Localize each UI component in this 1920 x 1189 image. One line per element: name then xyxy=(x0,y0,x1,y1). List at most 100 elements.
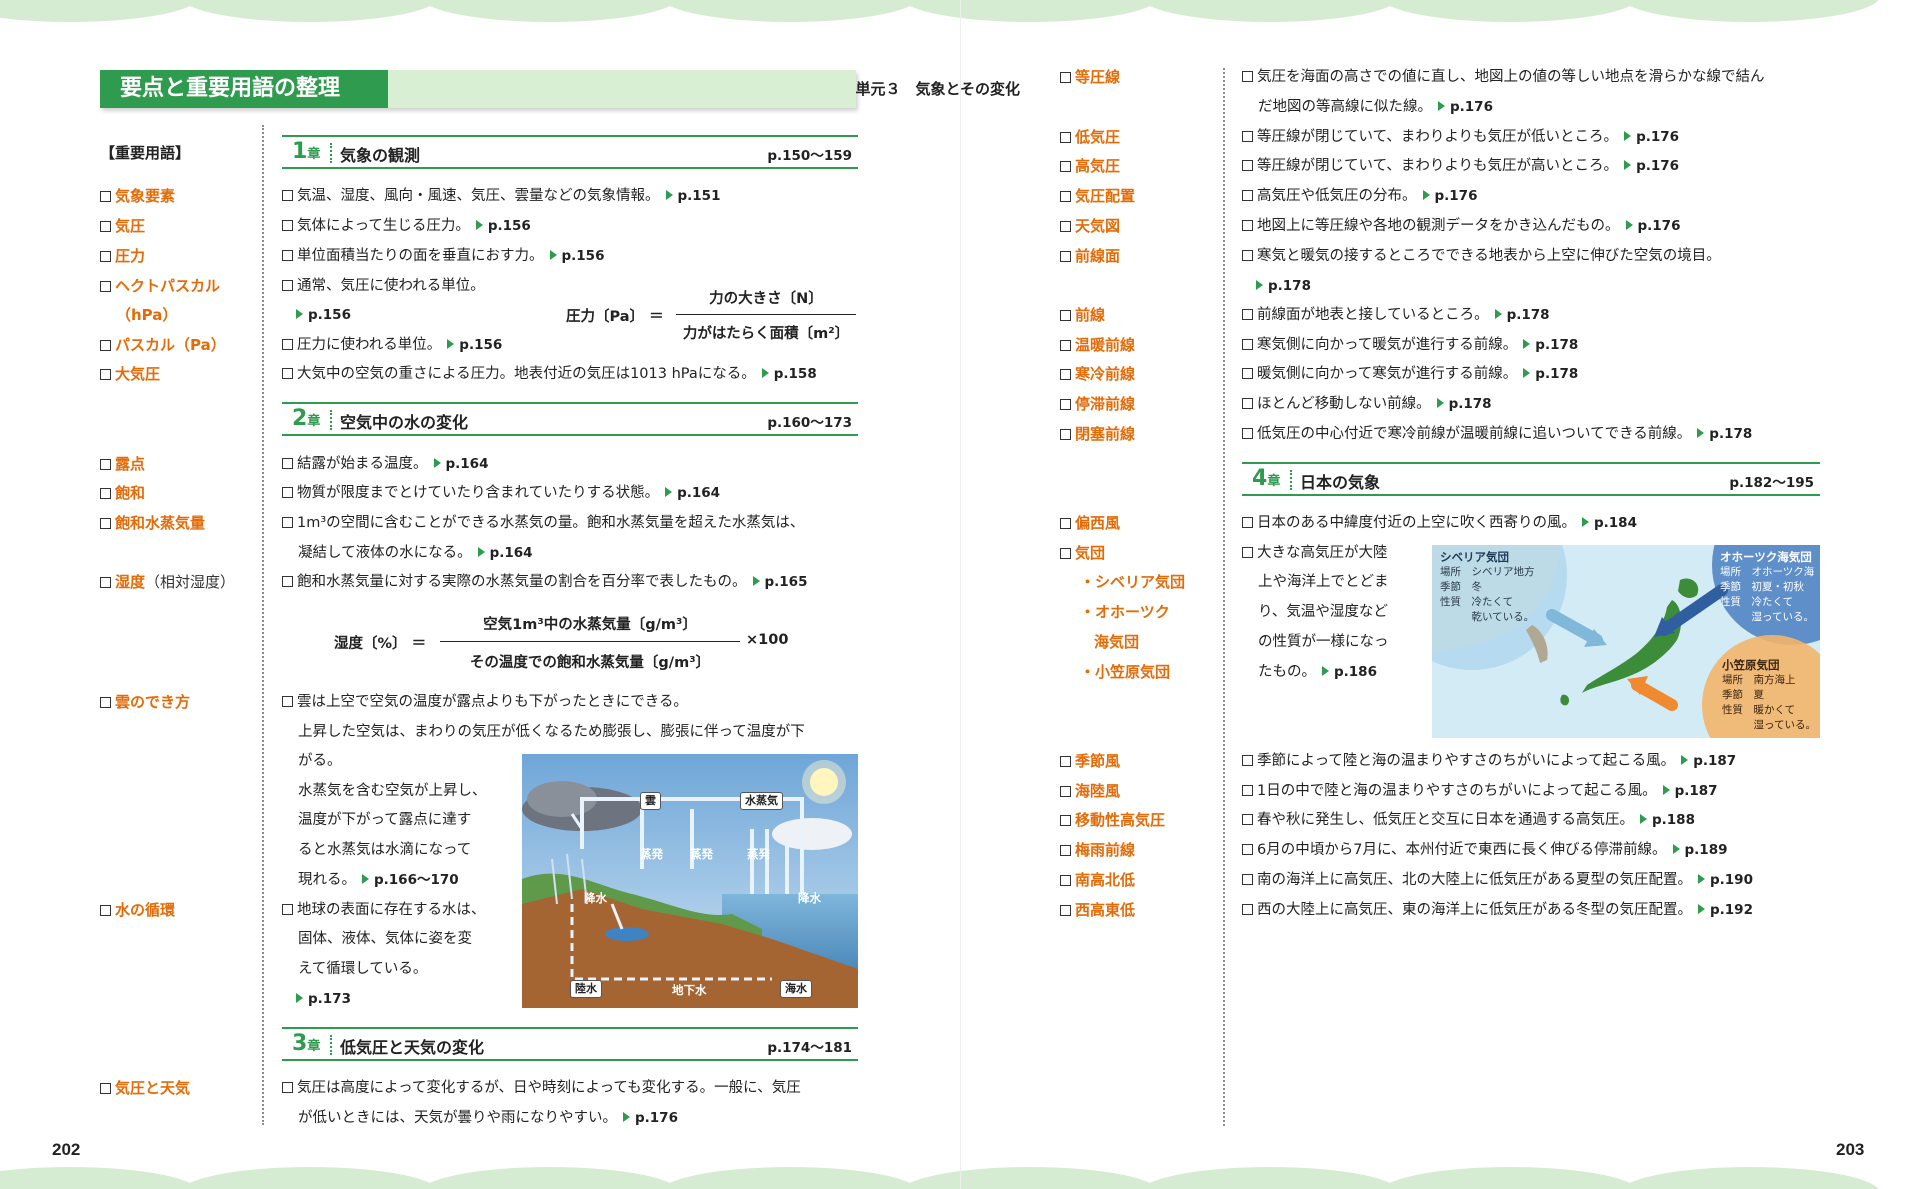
term-item[interactable]: 前線面 xyxy=(1060,246,1120,266)
checkbox-icon[interactable] xyxy=(1060,221,1071,232)
checkbox-icon[interactable] xyxy=(1242,814,1253,825)
term-item[interactable]: 飽和 xyxy=(100,483,145,503)
term-item[interactable]: 海陸風 xyxy=(1060,781,1120,801)
description-line: 日本のある中緯度付近の上空に吹く西寄りの風。 p.184 xyxy=(1242,513,1637,533)
checkbox-icon[interactable] xyxy=(1242,785,1253,796)
checkbox-icon[interactable] xyxy=(1060,905,1071,916)
term-item[interactable]: 気圧と天気 xyxy=(100,1078,190,1098)
checkbox-icon[interactable] xyxy=(1242,368,1253,379)
checkbox-icon[interactable] xyxy=(1060,815,1071,826)
term-item[interactable]: 温暖前線 xyxy=(1060,335,1135,355)
checkbox-icon[interactable] xyxy=(282,517,293,528)
checkbox-icon[interactable] xyxy=(100,281,111,292)
checkbox-icon[interactable] xyxy=(1060,518,1071,529)
checkbox-icon[interactable] xyxy=(1242,190,1253,201)
checkbox-icon[interactable] xyxy=(282,487,293,498)
term-item[interactable]: 高気圧 xyxy=(1060,156,1120,176)
checkbox-icon[interactable] xyxy=(100,905,111,916)
checkbox-icon[interactable] xyxy=(1242,904,1253,915)
checkbox-icon[interactable] xyxy=(1060,132,1071,143)
term-item[interactable]: 露点 xyxy=(100,454,145,474)
checkbox-icon[interactable] xyxy=(1242,160,1253,171)
checkbox-icon[interactable] xyxy=(282,368,293,379)
term-item[interactable]: 西高東低 xyxy=(1060,900,1135,920)
checkbox-icon[interactable] xyxy=(282,576,293,587)
checkbox-icon[interactable] xyxy=(282,1082,293,1093)
checkbox-icon[interactable] xyxy=(1242,547,1253,558)
checkbox-icon[interactable] xyxy=(1060,756,1071,767)
checkbox-icon[interactable] xyxy=(1060,310,1071,321)
checkbox-icon[interactable] xyxy=(1242,874,1253,885)
checkbox-icon[interactable] xyxy=(1242,131,1253,142)
checkbox-icon[interactable] xyxy=(282,190,293,201)
term-item[interactable]: 停滞前線 xyxy=(1060,394,1135,414)
checkbox-icon[interactable] xyxy=(100,251,111,262)
checkbox-icon[interactable] xyxy=(282,280,293,291)
term-item[interactable]: 前線 xyxy=(1060,305,1105,325)
checkbox-icon[interactable] xyxy=(1242,398,1253,409)
checkbox-icon[interactable] xyxy=(100,577,111,588)
checkbox-icon[interactable] xyxy=(100,1083,111,1094)
checkbox-icon[interactable] xyxy=(282,250,293,261)
term-item[interactable]: 気圧配置 xyxy=(1060,186,1135,206)
checkbox-icon[interactable] xyxy=(282,339,293,350)
checkbox-icon[interactable] xyxy=(1060,399,1071,410)
term-item[interactable]: 気象要素 xyxy=(100,186,175,206)
term-item[interactable]: ヘクトパスカル xyxy=(100,276,220,296)
checkbox-icon[interactable] xyxy=(1242,250,1253,261)
arrow-icon xyxy=(1672,844,1680,854)
term-item[interactable]: 移動性高気圧 xyxy=(1060,810,1165,830)
checkbox-icon[interactable] xyxy=(282,220,293,231)
checkbox-icon[interactable] xyxy=(1060,72,1071,83)
term-item[interactable]: 季節風 xyxy=(1060,751,1120,771)
term-item[interactable]: 天気図 xyxy=(1060,216,1120,236)
checkbox-icon[interactable] xyxy=(1242,428,1253,439)
checkbox-icon[interactable] xyxy=(282,904,293,915)
checkbox-icon[interactable] xyxy=(100,697,111,708)
checkbox-icon[interactable] xyxy=(1060,786,1071,797)
checkbox-icon[interactable] xyxy=(1242,339,1253,350)
arrow-icon xyxy=(1624,131,1632,141)
checkbox-icon[interactable] xyxy=(1060,251,1071,262)
checkbox-icon[interactable] xyxy=(1060,875,1071,886)
term-item[interactable]: 気圧 xyxy=(100,216,145,236)
checkbox-icon[interactable] xyxy=(1060,845,1071,856)
checkbox-icon[interactable] xyxy=(1060,161,1071,172)
checkbox-icon[interactable] xyxy=(1242,309,1253,320)
checkbox-icon[interactable] xyxy=(1242,220,1253,231)
term-item[interactable]: 閉塞前線 xyxy=(1060,424,1135,444)
checkbox-icon[interactable] xyxy=(1242,517,1253,528)
checkbox-icon[interactable] xyxy=(100,488,111,499)
checkbox-icon[interactable] xyxy=(282,696,293,707)
checkbox-icon[interactable] xyxy=(1060,548,1071,559)
term-item[interactable]: 大気圧 xyxy=(100,364,160,384)
checkbox-icon[interactable] xyxy=(100,459,111,470)
term-item[interactable]: 湿度（相対湿度） xyxy=(100,572,235,592)
term-item[interactable]: 梅雨前線 xyxy=(1060,840,1135,860)
term-item[interactable]: 偏西風 xyxy=(1060,513,1120,533)
checkbox-icon[interactable] xyxy=(1242,71,1253,82)
checkbox-icon[interactable] xyxy=(1060,340,1071,351)
checkbox-icon[interactable] xyxy=(100,221,111,232)
term-item[interactable]: 寒冷前線 xyxy=(1060,364,1135,384)
term-item[interactable]: 飽和水蒸気量 xyxy=(100,513,205,533)
chapter-title: 空気中の水の変化 xyxy=(340,413,469,432)
checkbox-icon[interactable] xyxy=(1242,844,1253,855)
checkbox-icon[interactable] xyxy=(1060,369,1071,380)
term-item[interactable]: 雲のでき方 xyxy=(100,692,190,712)
term-item[interactable]: 圧力 xyxy=(100,246,145,266)
checkbox-icon[interactable] xyxy=(282,458,293,469)
checkbox-icon[interactable] xyxy=(1060,191,1071,202)
checkbox-icon[interactable] xyxy=(100,340,111,351)
checkbox-icon[interactable] xyxy=(1242,755,1253,766)
checkbox-icon[interactable] xyxy=(100,191,111,202)
term-item[interactable]: 南高北低 xyxy=(1060,870,1135,890)
term-item[interactable]: 等圧線 xyxy=(1060,67,1120,87)
checkbox-icon[interactable] xyxy=(100,369,111,380)
term-item[interactable]: 水の循環 xyxy=(100,900,175,920)
term-item[interactable]: パスカル（Pa） xyxy=(100,335,226,355)
checkbox-icon[interactable] xyxy=(100,518,111,529)
term-item[interactable]: 低気圧 xyxy=(1060,127,1120,147)
checkbox-icon[interactable] xyxy=(1060,429,1071,440)
term-item[interactable]: 気団 xyxy=(1060,543,1105,563)
